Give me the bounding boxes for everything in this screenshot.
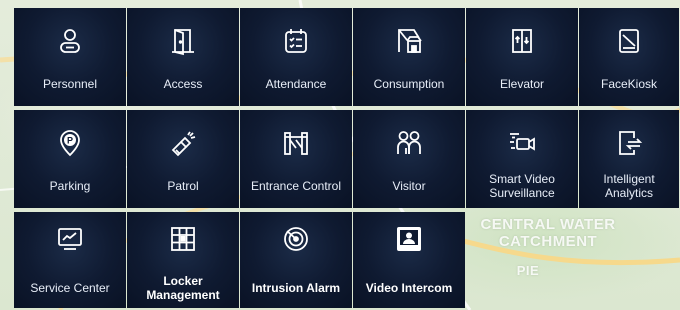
tile-label: Visitor xyxy=(392,179,426,193)
calendar-check-icon xyxy=(281,26,311,56)
tile-label: Access xyxy=(163,77,203,91)
monitor-chart-icon xyxy=(55,224,85,254)
tile-elevator[interactable]: Elevator xyxy=(466,8,578,106)
turnstile-icon xyxy=(281,128,311,158)
tile-attendance[interactable]: Attendance xyxy=(240,8,352,106)
tile-facekiosk[interactable]: FaceKiosk xyxy=(579,8,679,106)
tile-label: Intelligent Analytics xyxy=(603,172,655,200)
door-icon xyxy=(168,26,198,56)
radar-icon xyxy=(281,224,311,254)
tile-smart-video-surveillance[interactable]: Smart Video Surveillance xyxy=(466,110,578,208)
elevator-icon xyxy=(507,26,537,56)
tile-consumption[interactable]: Consumption xyxy=(353,8,465,106)
tile-label: Personnel xyxy=(42,77,98,91)
visitors-icon xyxy=(394,128,424,158)
tile-label: Attendance xyxy=(265,77,327,91)
kiosk-icon xyxy=(614,26,644,56)
intercom-icon xyxy=(394,224,424,254)
tile-visitor[interactable]: Visitor xyxy=(353,110,465,208)
parking-pin-icon: P xyxy=(55,128,85,158)
locker-icon xyxy=(168,224,198,254)
analytics-icon xyxy=(614,128,644,158)
tile-label: Entrance Control xyxy=(250,179,342,193)
tile-personnel[interactable]: Personnel xyxy=(14,8,126,106)
tile-intrusion-alarm[interactable]: Intrusion Alarm xyxy=(240,212,352,308)
tile-label: Elevator xyxy=(499,77,545,91)
tile-locker-management[interactable]: Locker Management xyxy=(127,212,239,308)
tile-patrol[interactable]: Patrol xyxy=(127,110,239,208)
tile-label: FaceKiosk xyxy=(600,77,658,91)
tile-label: Intrusion Alarm xyxy=(251,281,341,295)
flashlight-icon xyxy=(168,128,198,158)
tile-label: Parking xyxy=(49,179,91,193)
camera-icon xyxy=(507,128,537,158)
person-icon xyxy=(55,26,85,56)
tile-label: Video Intercom xyxy=(365,281,453,295)
tile-label: Consumption xyxy=(373,77,445,91)
tile-video-intercom[interactable]: Video Intercom xyxy=(353,212,465,308)
tile-label: Smart Video Surveillance xyxy=(489,172,555,200)
tile-access[interactable]: Access xyxy=(127,8,239,106)
tile-intelligent-analytics[interactable]: Intelligent Analytics xyxy=(579,110,679,208)
tile-service-center[interactable]: Service Center xyxy=(14,212,126,308)
module-grid: Personnel Access Attendance Consumption … xyxy=(0,0,680,310)
tile-label: Service Center xyxy=(30,281,110,295)
tile-label: Patrol xyxy=(167,179,199,193)
tile-label: Locker Management xyxy=(146,274,220,302)
svg-text:P: P xyxy=(67,136,73,146)
shop-icon xyxy=(394,26,424,56)
tile-parking[interactable]: P Parking xyxy=(14,110,126,208)
tile-entrance-control[interactable]: Entrance Control xyxy=(240,110,352,208)
